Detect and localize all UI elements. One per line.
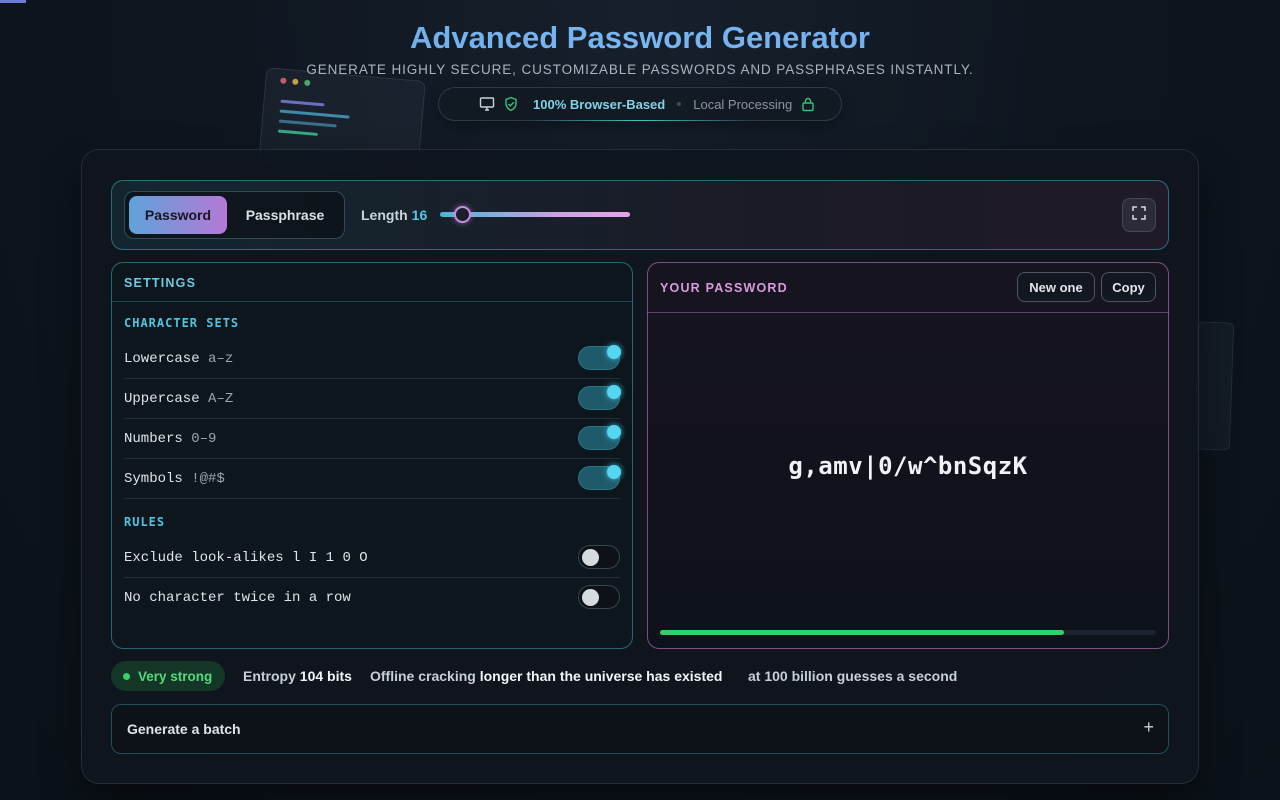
option-row-no-repeat: No character twice in a row [124,578,620,618]
no-repeat-toggle[interactable] [578,585,620,609]
option-hint: 0–9 [191,431,217,447]
cracking-label: Offline cracking [370,668,476,684]
option-label: Symbols !@#$ [124,471,225,487]
option-hint: l I 1 0 O [292,550,368,566]
browser-badge: 100% Browser-Based Local Processing [438,87,842,121]
toggle-knob [607,425,621,439]
option-label-text: Exclude look-alikes [124,550,284,566]
symbols-toggle[interactable] [578,465,621,490]
uppercase-toggle[interactable] [578,385,621,410]
password-title: YOUR PASSWORD [660,281,788,295]
badge-secondary-text: Local Processing [693,96,793,112]
cracking-stat: Offline cracking longer than the univers… [370,668,722,684]
plus-icon[interactable]: + [1143,717,1154,738]
toggle-knob [582,549,599,566]
option-label: Exclude look-alikes l I 1 0 O [124,550,368,566]
length-slider-handle[interactable] [454,206,471,223]
option-row-uppercase: Uppercase A–Z [124,379,621,419]
settings-header: SETTINGS [111,262,633,302]
option-hint: !@#$ [191,471,225,487]
option-hint: a–z [208,351,234,367]
length-value: 16 [411,207,428,223]
entropy-label: Entropy [243,668,296,684]
option-label: Lowercase a–z [124,351,233,367]
option-row-numbers: Numbers 0–9 [124,419,621,459]
option-label: Numbers 0–9 [124,431,216,447]
toggle-knob [582,589,599,606]
page-title: Advanced Password Generator [0,20,1280,56]
decorative-panel [1193,321,1235,451]
strength-badge: Very strong [111,661,225,691]
mode-password-button[interactable]: Password [129,196,227,234]
length-label: Length 16 [361,207,427,223]
strength-label: Very strong [138,668,213,684]
exclude-lookalikes-toggle[interactable] [578,545,620,569]
lowercase-toggle[interactable] [578,345,621,370]
monitor-icon [479,96,495,112]
batch-section[interactable]: Generate a batch + [111,704,1169,754]
mode-passphrase-button[interactable]: Passphrase [231,196,339,234]
option-row-exclude-lookalikes: Exclude look-alikes l I 1 0 O [124,538,620,578]
length-label-text: Length [361,207,408,223]
fullscreen-button[interactable] [1122,198,1156,232]
option-hint: A–Z [208,391,234,407]
cracking-value: longer than the universe has existed [479,668,723,684]
option-label-text: Lowercase [124,351,200,367]
option-label: Uppercase A–Z [124,391,233,407]
shield-check-icon [503,96,519,112]
toggle-knob [607,465,621,479]
settings-title: SETTINGS [124,276,197,290]
character-sets-label: CHARACTER SETS [124,316,240,330]
strength-meter [660,630,1156,635]
option-label-text: Uppercase [124,391,200,407]
option-label-text: Numbers [124,431,183,447]
guess-rate-stat: at 100 billion guesses a second [748,668,958,684]
option-label-text: Symbols [124,471,183,487]
generated-password[interactable]: g,amv|0/w^bnSqzK [647,452,1169,480]
option-row-lowercase: Lowercase a–z [124,339,621,379]
entropy-stat: Entropy 104 bits [243,668,352,684]
option-row-symbols: Symbols !@#$ [124,459,621,499]
new-password-button[interactable]: New one [1017,272,1095,302]
copy-button[interactable]: Copy [1101,272,1156,302]
badge-separator [677,102,682,106]
lock-icon [800,96,816,112]
option-label-text: No character twice in a row [124,590,351,606]
status-dot [123,672,130,680]
toggle-knob [607,345,621,359]
badge-primary-text: 100% Browser-Based [533,96,666,112]
numbers-toggle[interactable] [578,425,621,450]
corner-accent [0,0,26,3]
entropy-value: 104 bits [299,668,352,684]
strength-meter-fill [660,630,1064,635]
rules-label: RULES [124,515,166,529]
toggle-knob [607,385,621,399]
option-label: No character twice in a row [124,590,351,606]
expand-icon [1131,205,1147,226]
batch-label: Generate a batch [127,721,241,737]
page-subtitle: GENERATE HIGHLY SECURE, CUSTOMIZABLE PAS… [306,62,974,77]
